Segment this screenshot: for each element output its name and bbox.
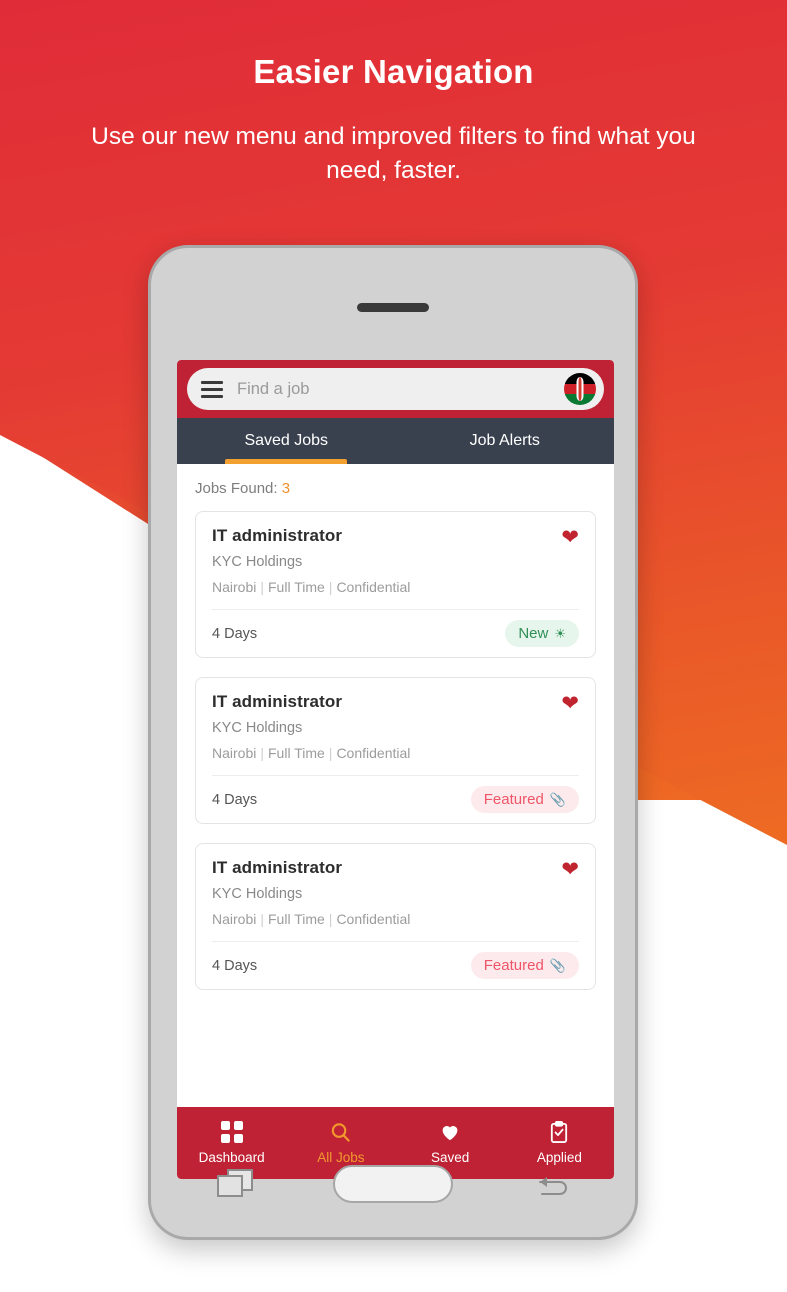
- job-salary: Confidential: [336, 911, 411, 927]
- job-type: Full Time: [268, 579, 325, 595]
- job-meta: Nairobi | Full Time | Confidential: [212, 579, 411, 595]
- search-input-placeholder[interactable]: Find a job: [237, 380, 550, 399]
- search-icon: [329, 1121, 352, 1143]
- android-nav-bar: [177, 1153, 614, 1215]
- job-title: IT administrator: [212, 858, 343, 877]
- heart-filled-icon[interactable]: ❤: [561, 692, 579, 714]
- job-company: KYC Holdings: [212, 720, 303, 736]
- heart-filled-icon[interactable]: ❤: [561, 526, 579, 548]
- app-header: Find a job: [177, 360, 614, 418]
- job-type: Full Time: [268, 745, 325, 761]
- tab-job-alerts[interactable]: Job Alerts: [396, 418, 615, 464]
- job-location: Nairobi: [212, 745, 257, 761]
- job-posted: 4 Days: [212, 625, 258, 642]
- grid-icon: [220, 1121, 243, 1143]
- tab-saved-jobs[interactable]: Saved Jobs: [177, 418, 396, 464]
- job-company: KYC Holdings: [212, 886, 303, 902]
- results-number: 3: [281, 480, 291, 497]
- tab-label: Job Alerts: [469, 432, 540, 449]
- back-button[interactable]: [534, 1169, 574, 1199]
- job-company: KYC Holdings: [212, 554, 303, 570]
- home-button[interactable]: [333, 1165, 454, 1203]
- status-badge: Featured 📎: [470, 952, 579, 979]
- heart-filled-icon[interactable]: ❤: [561, 858, 579, 880]
- job-meta: Nairobi | Full Time | Confidential: [212, 745, 411, 761]
- job-type: Full Time: [268, 911, 325, 927]
- recents-button[interactable]: [217, 1169, 254, 1199]
- promo-text-block: Easier Navigation Use our new menu and i…: [0, 0, 787, 188]
- job-card[interactable]: IT administrator KYC Holdings Nairobi | Fu…: [195, 677, 596, 824]
- phone-speaker: [357, 303, 429, 312]
- phone-screen: Find a job Saved Jobs Job Alerts Jobs Fo…: [177, 360, 614, 1179]
- job-title: IT administrator: [212, 692, 343, 711]
- paperclip-icon: 📎: [549, 792, 566, 807]
- status-badge: New ☀: [505, 620, 579, 647]
- tab-bar: Saved Jobs Job Alerts: [177, 418, 614, 464]
- job-location: Nairobi: [212, 911, 257, 927]
- job-posted: 4 Days: [212, 957, 258, 974]
- heart-icon: [438, 1121, 462, 1143]
- results-label: Jobs Found:: [195, 480, 278, 497]
- promo-screenshot: Easier Navigation Use our new menu and i…: [0, 0, 787, 1292]
- page-title: Easier Navigation: [253, 53, 534, 90]
- phone-mockup: Find a job Saved Jobs Job Alerts Jobs Fo…: [148, 245, 638, 1240]
- job-meta: Nairobi | Full Time | Confidential: [212, 911, 411, 927]
- results-count: Jobs Found: 3: [195, 480, 596, 497]
- hamburger-icon[interactable]: [201, 380, 223, 398]
- search-bar[interactable]: Find a job: [187, 368, 604, 410]
- tab-label: Saved Jobs: [244, 432, 329, 449]
- sparkle-icon: ☀: [554, 626, 566, 641]
- job-location: Nairobi: [212, 579, 257, 595]
- status-badge: Featured 📎: [470, 786, 579, 813]
- paperclip-icon: 📎: [549, 958, 566, 973]
- clipboard-check-icon: [549, 1120, 569, 1143]
- job-card[interactable]: IT administrator KYC Holdings Nairobi | Fu…: [195, 843, 596, 990]
- job-list: Jobs Found: 3 IT administrator KYC Holdi…: [177, 464, 614, 1124]
- badge-label: Featured: [483, 957, 544, 974]
- job-salary: Confidential: [336, 745, 411, 761]
- job-card[interactable]: IT administrator KYC Holdings Nairobi | Fu…: [195, 511, 596, 658]
- badge-label: New: [518, 625, 549, 642]
- kenya-flag-icon[interactable]: [564, 373, 596, 405]
- job-title: IT administrator: [212, 526, 343, 545]
- page-subtitle: Use our new menu and improved filters to…: [91, 123, 696, 185]
- badge-label: Featured: [483, 791, 544, 808]
- job-salary: Confidential: [336, 579, 411, 595]
- job-posted: 4 Days: [212, 791, 258, 808]
